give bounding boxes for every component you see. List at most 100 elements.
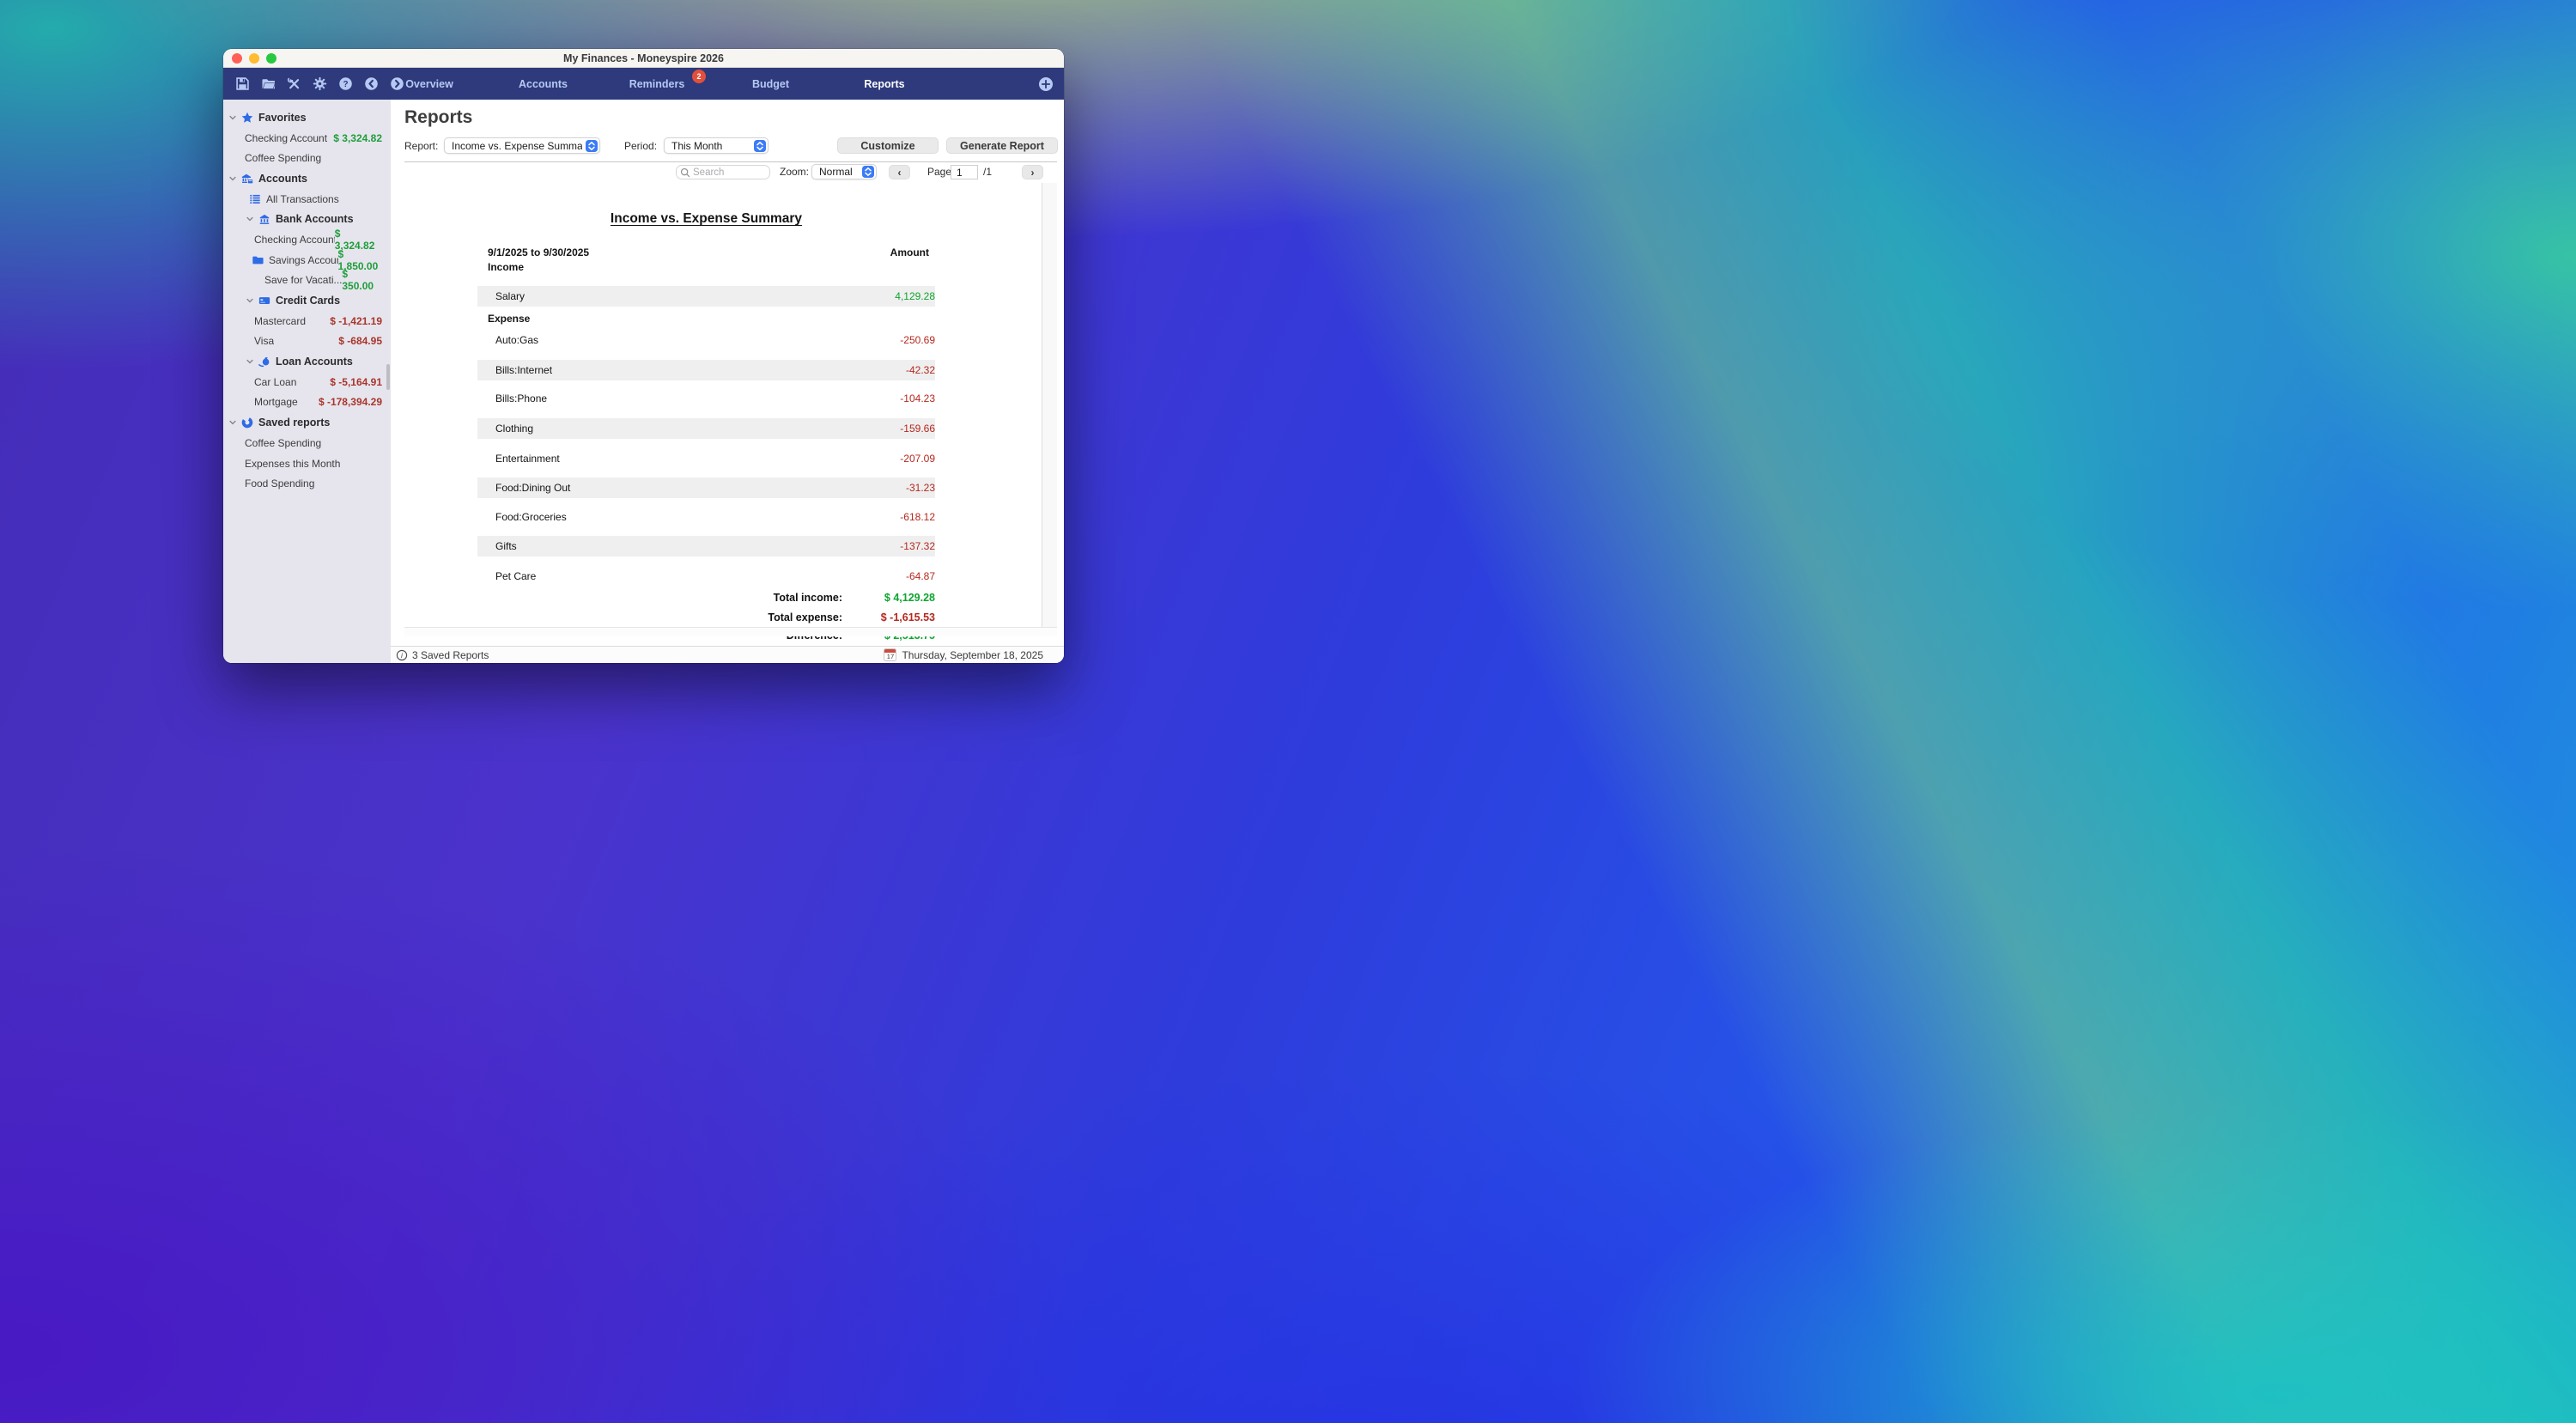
generate-report-button[interactable]: Generate Report — [946, 137, 1058, 154]
sidebar-item-checking-account-bank[interactable]: Checking Account $ 3,324.82 — [223, 229, 391, 250]
report-row-salary: Salary 4,129.28 — [477, 286, 935, 307]
sidebar-item-coffee-spending-report[interactable]: Coffee Spending — [223, 433, 391, 453]
account-balance: $ 350.00 — [342, 268, 382, 292]
chevron-down-icon[interactable] — [228, 113, 237, 122]
report-row-food-groceries: Food:Groceries -618.12 — [477, 507, 935, 527]
title-bar[interactable]: My Finances - Moneyspire 2026 — [223, 49, 1064, 68]
reminders-badge: 2 — [692, 70, 706, 83]
category-label: Food:Groceries — [495, 507, 567, 527]
sidebar-item-savings-account[interactable]: Savings Account $ 1,850.00 — [223, 250, 391, 271]
search-input[interactable] — [690, 167, 759, 178]
sidebar-section-credit-cards[interactable]: Credit Cards — [223, 290, 391, 311]
category-amount: -104.23 — [900, 388, 935, 409]
help-icon[interactable]: ? — [338, 76, 353, 91]
sidebar-section-saved-reports[interactable]: Saved reports — [223, 412, 391, 433]
sidebar-label: Save for Vacati... — [264, 274, 342, 286]
customize-button[interactable]: Customize — [837, 137, 939, 154]
category-amount: -42.32 — [906, 360, 935, 380]
horizontal-scrollbar-track[interactable] — [404, 627, 1057, 636]
chevron-down-icon[interactable] — [228, 418, 237, 427]
vertical-scrollbar-track[interactable] — [1042, 183, 1057, 627]
sidebar-label: Coffee Spending — [245, 152, 321, 164]
category-label: Pet Care — [495, 566, 536, 587]
income-section-header: Income — [477, 257, 935, 277]
sidebar-section-bank-accounts[interactable]: Bank Accounts — [223, 209, 391, 229]
sidebar-section-accounts[interactable]: Accounts — [223, 168, 391, 189]
close-button[interactable] — [232, 53, 242, 64]
folder-icon — [252, 254, 264, 266]
search-icon — [680, 167, 690, 178]
total-label: Total income: — [774, 588, 842, 607]
category-amount: -618.12 — [900, 507, 935, 527]
tab-overview[interactable]: Overview — [382, 78, 477, 90]
loan-icon — [258, 356, 270, 368]
chevron-down-icon[interactable] — [246, 357, 254, 366]
back-icon[interactable] — [364, 76, 379, 91]
sidebar-item-checking-account[interactable]: Checking Account $ 3,324.82 — [223, 128, 391, 149]
search-field[interactable] — [676, 165, 770, 179]
sidebar-label: Mastercard — [254, 315, 306, 327]
saved-reports-count: 3 Saved Reports — [412, 649, 489, 661]
sidebar-item-expenses-this-month[interactable]: Expenses this Month — [223, 453, 391, 474]
tools-icon[interactable] — [287, 76, 301, 91]
sidebar-label: Checking Account — [245, 132, 327, 144]
sidebar-item-car-loan[interactable]: Car Loan $ -5,164.91 — [223, 372, 391, 392]
sidebar-item-all-transactions[interactable]: All Transactions — [223, 189, 391, 210]
page-title: Reports — [404, 107, 472, 128]
zoom-select[interactable]: Normal — [811, 164, 877, 179]
open-file-icon[interactable] — [261, 76, 276, 91]
sidebar-label: Bank Accounts — [276, 213, 354, 225]
sidebar-item-mastercard[interactable]: Mastercard $ -1,421.19 — [223, 311, 391, 331]
sidebar-item-food-spending[interactable]: Food Spending — [223, 473, 391, 494]
zoom-button[interactable] — [266, 53, 276, 64]
previous-page-button[interactable]: ‹ — [889, 165, 910, 179]
sidebar-item-save-for-vacation[interactable]: Save for Vacati... $ 350.00 — [223, 271, 391, 291]
report-row-food-dining-out: Food:Dining Out -31.23 — [477, 477, 935, 498]
star-icon — [241, 112, 253, 124]
report-viewer: Zoom: Normal ‹ Page: /1 › Income vs. Exp… — [404, 161, 1057, 636]
account-balance: $ 3,324.82 — [333, 132, 382, 144]
save-icon[interactable] — [235, 76, 250, 91]
viewer-toolbar: Zoom: Normal ‹ Page: /1 › — [404, 162, 1057, 183]
minimize-button[interactable] — [249, 53, 259, 64]
expense-header-label: Expense — [488, 308, 530, 329]
sidebar-label: Favorites — [258, 112, 307, 124]
toolbar-icons: ? — [223, 76, 404, 91]
tab-budget[interactable]: Budget — [724, 78, 818, 90]
traffic-lights — [232, 53, 276, 64]
tab-accounts[interactable]: Accounts — [496, 78, 591, 90]
total-label: Total expense: — [768, 608, 842, 627]
add-button[interactable] — [1038, 76, 1054, 92]
total-value: $ -1,615.53 — [842, 608, 935, 627]
sidebar-label: Saved reports — [258, 417, 330, 429]
chevron-down-icon[interactable] — [228, 174, 237, 183]
sidebar-section-favorites[interactable]: Favorites — [223, 107, 391, 128]
sidebar-item-visa[interactable]: Visa $ -684.95 — [223, 331, 391, 352]
sidebar-item-coffee-spending[interactable]: Coffee Spending — [223, 148, 391, 168]
account-balance: $ -5,164.91 — [330, 376, 382, 388]
info-glyph: i — [401, 651, 404, 660]
next-page-button[interactable]: › — [1022, 165, 1043, 179]
category-label: Entertainment — [495, 448, 560, 469]
report-select[interactable]: Income vs. Expense Summary — [444, 137, 600, 154]
total-value: $ 4,129.28 — [842, 588, 935, 607]
tab-reports[interactable]: Reports — [837, 78, 932, 90]
calendar-icon: 17 — [884, 648, 896, 661]
page-number-input[interactable] — [951, 165, 978, 179]
chevron-down-icon[interactable] — [246, 296, 254, 305]
sidebar-item-mortgage[interactable]: Mortgage $ -178,394.29 — [223, 392, 391, 413]
sidebar-label: Expenses this Month — [245, 458, 340, 470]
category-label: Gifts — [495, 536, 517, 556]
report-select-value: Income vs. Expense Summary — [452, 140, 582, 152]
tab-reminders-label: Reminders — [629, 78, 685, 90]
settings-gear-icon[interactable] — [313, 76, 327, 91]
report-controls: Report: Income vs. Expense Summary Perio… — [391, 137, 1064, 155]
report-row-pet-care: Pet Care -64.87 — [477, 566, 935, 587]
window-title: My Finances - Moneyspire 2026 — [563, 52, 724, 64]
period-select[interactable]: This Month — [664, 137, 769, 154]
tab-reminders[interactable]: Reminders 2 — [610, 78, 704, 90]
sidebar-section-loan-accounts[interactable]: Loan Accounts — [223, 351, 391, 372]
sidebar-scrollbar-thumb[interactable] — [386, 364, 390, 390]
category-amount: -31.23 — [906, 477, 935, 498]
chevron-down-icon[interactable] — [246, 215, 254, 223]
